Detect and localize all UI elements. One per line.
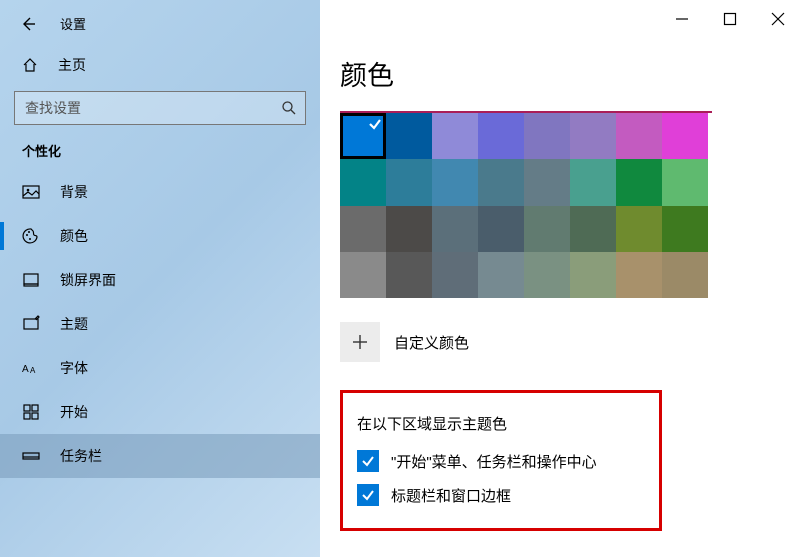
color-swatch[interactable] bbox=[340, 159, 386, 205]
color-swatch[interactable] bbox=[478, 113, 524, 159]
sidebar-item-themes[interactable]: 主题 bbox=[0, 302, 320, 346]
check-icon bbox=[368, 117, 382, 131]
color-swatch[interactable] bbox=[570, 113, 616, 159]
nav-label: 主题 bbox=[60, 314, 88, 334]
main-content: 颜色 自定义颜色 在以下区域显示主题色 "开始"菜单、任务栏和操作中心 bbox=[320, 0, 797, 557]
home-icon bbox=[22, 57, 38, 73]
sidebar-item-lockscreen[interactable]: 锁屏界面 bbox=[0, 258, 320, 302]
section-title: 个性化 bbox=[0, 141, 320, 170]
nav-label: 开始 bbox=[60, 402, 88, 422]
plus-icon bbox=[352, 334, 368, 350]
custom-color-label: 自定义颜色 bbox=[394, 332, 469, 353]
color-swatch[interactable] bbox=[432, 113, 478, 159]
color-swatch[interactable] bbox=[340, 252, 386, 298]
checkbox-start-taskbar[interactable] bbox=[357, 450, 379, 472]
sidebar-item-fonts[interactable]: AA 字体 bbox=[0, 346, 320, 390]
color-swatch[interactable] bbox=[340, 113, 386, 159]
nav-label: 任务栏 bbox=[60, 446, 102, 466]
sidebar-item-colors[interactable]: 颜色 bbox=[0, 214, 320, 258]
back-icon[interactable] bbox=[20, 16, 36, 32]
maximize-icon[interactable] bbox=[723, 12, 737, 26]
minimize-icon[interactable] bbox=[675, 12, 689, 26]
search-input[interactable] bbox=[15, 92, 305, 124]
checkbox-titlebars[interactable] bbox=[357, 484, 379, 506]
titlebar: 设置 bbox=[0, 0, 320, 43]
custom-color-button[interactable] bbox=[340, 322, 380, 362]
start-icon bbox=[22, 403, 40, 421]
accent-surfaces-section: 在以下区域显示主题色 "开始"菜单、任务栏和操作中心 标题栏和窗口边框 bbox=[340, 390, 662, 531]
color-swatch[interactable] bbox=[662, 159, 708, 205]
nav-list: 背景 颜色 锁屏界面 主题 bbox=[0, 170, 320, 478]
theme-icon bbox=[22, 315, 40, 333]
nav-label: 背景 bbox=[60, 182, 88, 202]
color-swatch[interactable] bbox=[662, 252, 708, 298]
taskbar-icon bbox=[22, 447, 40, 465]
color-swatch[interactable] bbox=[524, 206, 570, 252]
picture-icon bbox=[22, 183, 40, 201]
svg-text:A: A bbox=[30, 366, 36, 375]
search-box[interactable] bbox=[14, 91, 306, 125]
color-swatch[interactable] bbox=[524, 252, 570, 298]
palette-icon bbox=[22, 227, 40, 245]
color-swatch[interactable] bbox=[616, 113, 662, 159]
color-swatch[interactable] bbox=[616, 252, 662, 298]
color-swatch[interactable] bbox=[662, 113, 708, 159]
color-swatch[interactable] bbox=[432, 206, 478, 252]
nav-label: 锁屏界面 bbox=[60, 270, 116, 290]
check-row-start-taskbar[interactable]: "开始"菜单、任务栏和操作中心 bbox=[357, 450, 645, 472]
search-icon bbox=[281, 100, 297, 116]
color-swatch[interactable] bbox=[570, 252, 616, 298]
color-swatch[interactable] bbox=[386, 113, 432, 159]
color-swatch[interactable] bbox=[478, 252, 524, 298]
color-swatch[interactable] bbox=[570, 206, 616, 252]
color-swatch[interactable] bbox=[524, 159, 570, 205]
color-swatch[interactable] bbox=[570, 159, 616, 205]
color-swatch[interactable] bbox=[616, 159, 662, 205]
color-swatch[interactable] bbox=[616, 206, 662, 252]
window-title: 设置 bbox=[60, 14, 86, 33]
color-swatch[interactable] bbox=[340, 206, 386, 252]
accent-section-title: 在以下区域显示主题色 bbox=[357, 413, 645, 434]
color-swatch[interactable] bbox=[478, 159, 524, 205]
sidebar: 设置 主页 个性化 背景 bbox=[0, 0, 320, 557]
lockscreen-icon bbox=[22, 271, 40, 289]
close-icon[interactable] bbox=[771, 12, 785, 26]
check-row-titlebars[interactable]: 标题栏和窗口边框 bbox=[357, 484, 645, 506]
color-swatch[interactable] bbox=[432, 252, 478, 298]
color-swatch[interactable] bbox=[524, 113, 570, 159]
home-label: 主页 bbox=[58, 55, 86, 75]
color-palette bbox=[340, 111, 712, 298]
nav-label: 字体 bbox=[60, 358, 88, 378]
window-controls bbox=[675, 12, 785, 26]
home-nav[interactable]: 主页 bbox=[0, 43, 320, 87]
color-swatch[interactable] bbox=[662, 206, 708, 252]
sidebar-item-start[interactable]: 开始 bbox=[0, 390, 320, 434]
color-swatch[interactable] bbox=[386, 252, 432, 298]
svg-text:A: A bbox=[22, 364, 29, 375]
page-heading: 颜色 bbox=[340, 54, 767, 93]
color-swatch[interactable] bbox=[386, 159, 432, 205]
font-icon: AA bbox=[22, 359, 40, 377]
color-swatch[interactable] bbox=[386, 206, 432, 252]
color-swatch[interactable] bbox=[432, 159, 478, 205]
color-swatch[interactable] bbox=[478, 206, 524, 252]
check-label: "开始"菜单、任务栏和操作中心 bbox=[391, 451, 597, 472]
sidebar-item-background[interactable]: 背景 bbox=[0, 170, 320, 214]
sidebar-item-taskbar[interactable]: 任务栏 bbox=[0, 434, 320, 478]
check-label: 标题栏和窗口边框 bbox=[391, 485, 511, 506]
nav-label: 颜色 bbox=[60, 226, 88, 246]
